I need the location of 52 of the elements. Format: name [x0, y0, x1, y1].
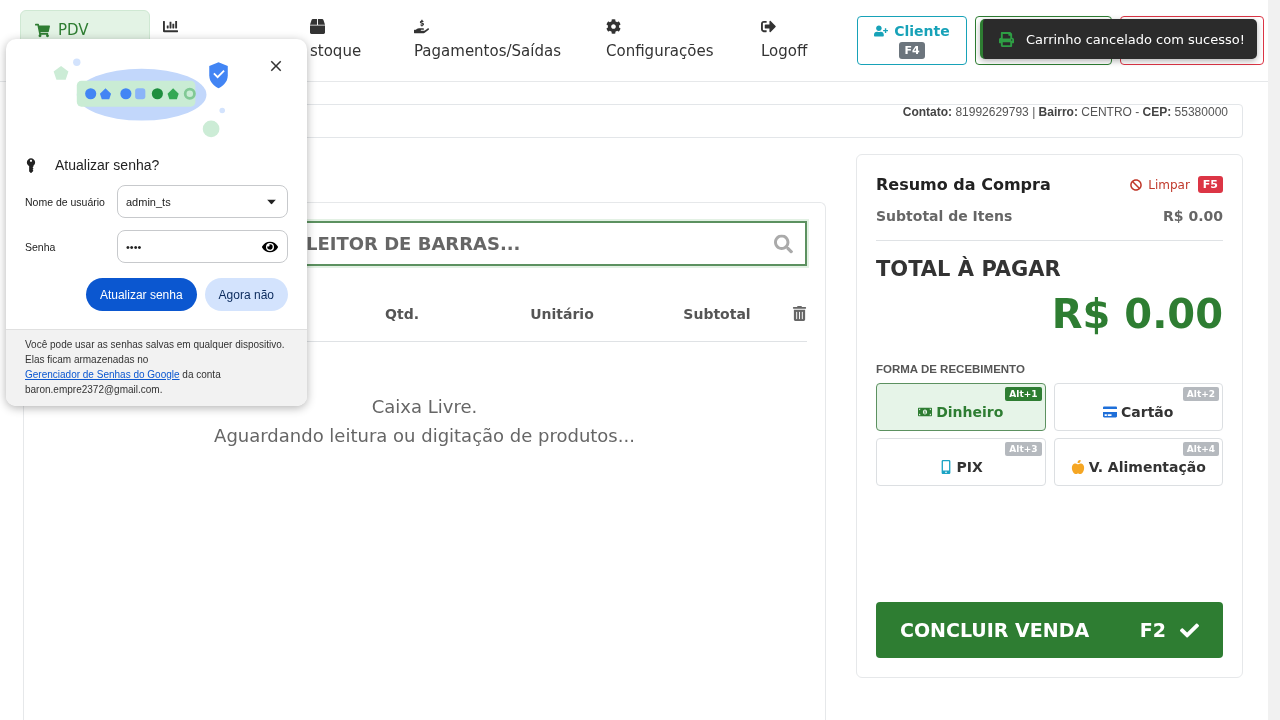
client-button[interactable]: Cliente F4 — [857, 16, 967, 65]
add-user-icon — [874, 23, 889, 38]
payment-option[interactable]: Alt+1 Dinheiro — [876, 383, 1046, 431]
total-value: R$ 0.00 — [1051, 291, 1223, 337]
nav-tab[interactable]: stoque — [309, 10, 401, 72]
popup-footer-text: Você pode usar as senhas salvas em qualquer dispositivo. Elas ficam armazenadas no Gerenciador de Senhas do Google da conta baron.empre2372@gmail.com. — [6, 329, 307, 406]
clear-link[interactable]: Limpar — [1130, 177, 1190, 192]
password-manager-link[interactable]: Gerenciador de Senhas do Google — [25, 369, 180, 380]
subtotal-value: R$ 0.00 — [1163, 208, 1223, 224]
shortcut-badge: Alt+3 — [1005, 442, 1042, 456]
box-icon — [310, 19, 325, 34]
settings-icon — [606, 19, 621, 34]
check-icon — [1180, 620, 1199, 640]
credit-card-icon — [1103, 404, 1118, 419]
logout-icon — [761, 19, 776, 34]
username-field[interactable]: admin_ts — [117, 185, 288, 218]
toast-message: Carrinho cancelado com sucesso! — [1026, 31, 1245, 47]
popup-title: Atualizar senha? — [55, 157, 160, 173]
update-password-button[interactable]: Atualizar senha — [85, 278, 197, 311]
shortcut-badge: Alt+2 — [1182, 387, 1219, 401]
ban-icon — [1130, 178, 1143, 191]
shortcut-badge: Alt+4 — [1182, 442, 1219, 456]
payment-option[interactable]: Alt+2 Cartão — [1053, 383, 1223, 431]
column-header: Subtotal — [683, 305, 751, 322]
password-field[interactable]: •••• — [117, 230, 288, 263]
field-label: Nome de usuário — [25, 195, 106, 208]
finish-sale-button[interactable]: CONCLUIR VENDA F2 — [876, 602, 1223, 658]
cart-icon — [35, 22, 50, 38]
total-label: TOTAL À PAGAR — [876, 257, 1062, 281]
payment-option[interactable]: Alt+3 PIX — [876, 438, 1046, 486]
empty-cart-message: Aguardando leitura ou digitação de produtos... — [214, 425, 635, 446]
payment-option[interactable]: Alt+4 V. Alimentação — [1053, 438, 1223, 486]
apple-icon — [1070, 459, 1085, 474]
empty-cart-title: Caixa Livre. — [371, 396, 478, 417]
shortcut-badge: F4 — [899, 41, 925, 59]
shortcut-badge: F5 — [1197, 176, 1223, 193]
search-icon — [774, 234, 793, 253]
payment-heading: FORMA DE RECEBIMENTO — [876, 363, 1026, 375]
nav-tab[interactable]: Logoff — [760, 10, 845, 72]
nav-tab[interactable]: Configurações — [605, 10, 748, 72]
hand-money-icon — [414, 19, 429, 34]
shortcut-badge: Alt+1 — [1005, 387, 1042, 401]
chart-icon — [163, 19, 178, 34]
subtotal-label: Subtotal de Itens — [876, 208, 1013, 224]
column-header: Unitário — [530, 305, 594, 322]
column-header: Qtd. — [385, 305, 419, 322]
trash-icon[interactable] — [792, 306, 807, 321]
printer-icon — [999, 31, 1014, 47]
not-now-button[interactable]: Agora não — [204, 278, 288, 311]
caret-icon — [267, 199, 276, 204]
nav-tab[interactable]: Pagamentos/Saídas — [413, 10, 593, 72]
summary-title: Resumo da Compra — [876, 175, 1051, 194]
